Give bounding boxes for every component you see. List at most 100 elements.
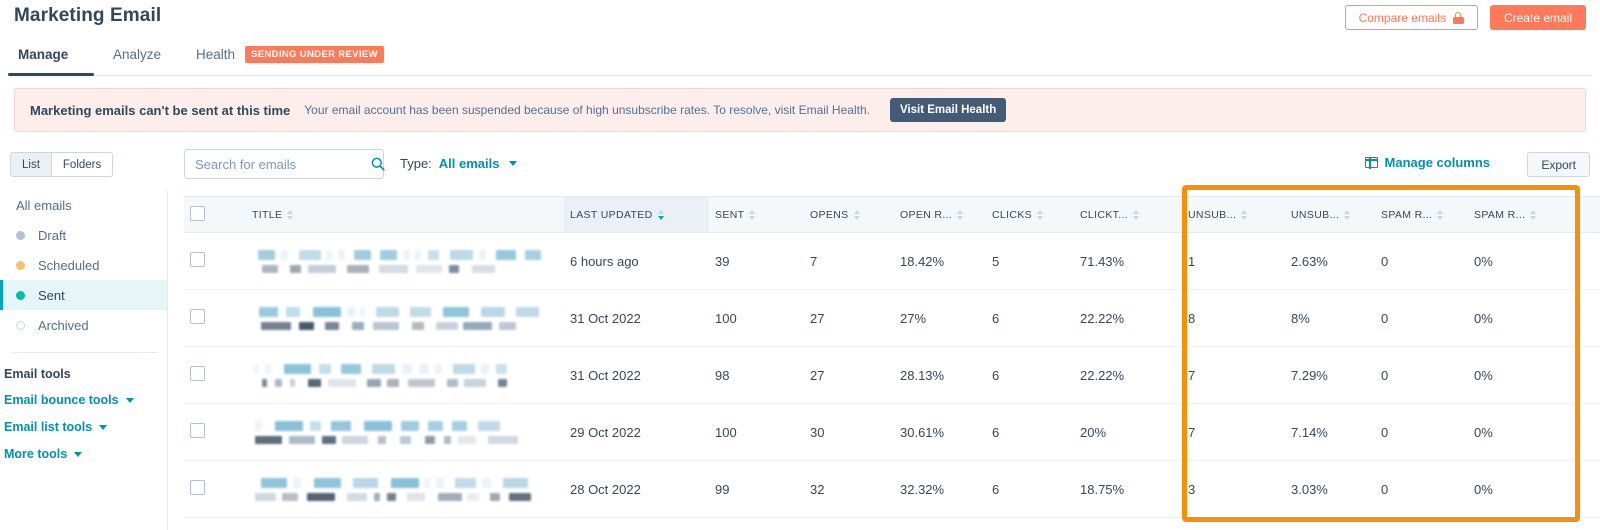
email-title-redacted[interactable]: [252, 306, 558, 330]
sidebar-link-email-bounce-tools[interactable]: Email bounce tools: [0, 393, 167, 407]
page-header: Marketing Email Compare emails Create em…: [0, 0, 1600, 76]
status-dot-draft: [16, 231, 25, 240]
cell-spam-count: 0: [1375, 404, 1468, 461]
table-row[interactable]: 6 hours ago39718.42%571.43%12.63%00%: [184, 233, 1600, 290]
cell-clickthrough: 20%: [1074, 404, 1182, 461]
row-checkbox[interactable]: [190, 423, 205, 438]
redacted-block: [452, 421, 467, 431]
cell-spam-count: 0: [1375, 290, 1468, 347]
cell-title[interactable]: [246, 347, 564, 404]
view-mode-list[interactable]: List: [11, 153, 51, 176]
email-title-redacted[interactable]: [252, 420, 558, 444]
redacted-block: [458, 436, 476, 444]
col-header-unsubscribes[interactable]: UNSUB...: [1182, 197, 1285, 233]
row-checkbox[interactable]: [190, 480, 205, 495]
row-select-cell: [184, 461, 246, 518]
redacted-block: [262, 265, 278, 273]
email-title-redacted[interactable]: [252, 477, 558, 501]
search-icon: [371, 157, 385, 171]
col-header-clicks[interactable]: CLICKS: [986, 197, 1074, 233]
sort-icon[interactable]: [1437, 210, 1443, 220]
row-checkbox[interactable]: [190, 366, 205, 381]
redacted-block: [308, 265, 336, 273]
sort-icon[interactable]: [749, 210, 755, 220]
col-header-spam-report-rate[interactable]: SPAM R...: [1468, 197, 1600, 233]
sort-icon[interactable]: [658, 210, 664, 220]
redacted-block: [289, 436, 315, 444]
sidebar-item-sent[interactable]: Sent: [0, 280, 167, 310]
sidebar-item-draft[interactable]: Draft: [0, 220, 167, 250]
table-row[interactable]: 31 Oct 2022982728.13%622.22%77.29%00%: [184, 347, 1600, 404]
redacted-block: [331, 421, 351, 431]
sidebar-item-archived[interactable]: Archived: [0, 310, 167, 340]
type-filter[interactable]: Type: All emails: [400, 156, 517, 171]
sort-icon[interactable]: [1241, 210, 1247, 220]
status-badge: SENDING UNDER REVIEW: [245, 46, 384, 63]
row-checkbox[interactable]: [190, 309, 205, 324]
manage-columns-button[interactable]: Manage columns: [1365, 155, 1490, 170]
cell-title[interactable]: [246, 461, 564, 518]
redacted-block: [328, 379, 356, 387]
col-header-last-updated[interactable]: LAST UPDATED: [564, 197, 709, 233]
col-header-unsubscribe-rate[interactable]: UNSUB...: [1285, 197, 1375, 233]
sidebar-link-more-tools[interactable]: More tools: [0, 447, 167, 461]
email-title-redacted[interactable]: [252, 363, 558, 387]
cell-title[interactable]: [246, 233, 564, 290]
sort-icon[interactable]: [1530, 210, 1536, 220]
col-header-sent[interactable]: SENT: [709, 197, 804, 233]
sort-icon[interactable]: [1133, 210, 1139, 220]
compare-emails-label: Compare emails: [1359, 11, 1446, 25]
cell-title[interactable]: [246, 290, 564, 347]
redacted-block: [373, 322, 399, 330]
create-email-button[interactable]: Create email: [1490, 5, 1586, 30]
tab-analyze[interactable]: Analyze: [113, 42, 161, 76]
col-header-open-rate[interactable]: OPEN R...: [894, 197, 986, 233]
export-button[interactable]: Export: [1527, 152, 1590, 177]
sort-icon[interactable]: [1344, 210, 1350, 220]
redacted-block: [402, 364, 412, 374]
type-filter-value[interactable]: All emails: [439, 156, 500, 171]
cell-clickthrough: 71.43%: [1074, 233, 1182, 290]
col-header-clickthrough-rate[interactable]: CLICKT...: [1074, 197, 1182, 233]
col-label: LAST UPDATED: [570, 209, 653, 221]
cell-spam-rate: 0%: [1468, 233, 1600, 290]
page-title: Marketing Email: [14, 5, 161, 27]
redacted-block: [401, 421, 419, 431]
compare-emails-button[interactable]: Compare emails: [1345, 5, 1478, 30]
table-row[interactable]: 29 Oct 20221003030.61%620%77.14%00%: [184, 404, 1600, 461]
sort-icon[interactable]: [287, 210, 293, 220]
sort-icon[interactable]: [957, 210, 963, 220]
cell-title[interactable]: [246, 404, 564, 461]
cell-sent: 98: [709, 347, 804, 404]
tab-health[interactable]: Health SENDING UNDER REVIEW: [196, 42, 384, 76]
redacted-block: [259, 307, 278, 317]
row-checkbox[interactable]: [190, 252, 205, 267]
sort-icon[interactable]: [854, 210, 860, 220]
chevron-down-icon: [126, 398, 134, 403]
cell-clicks: 6: [986, 404, 1074, 461]
sidebar-item-all-emails[interactable]: All emails: [0, 190, 167, 220]
redacted-block: [496, 364, 507, 374]
search-input[interactable]: [195, 157, 371, 172]
view-mode-folders[interactable]: Folders: [51, 153, 112, 176]
search-box[interactable]: [184, 149, 384, 179]
table-row[interactable]: 28 Oct 2022993232.32%618.75%33.03%00%: [184, 461, 1600, 518]
visit-email-health-button[interactable]: Visit Email Health: [890, 98, 1006, 122]
sort-icon[interactable]: [1037, 210, 1043, 220]
redacted-block: [407, 493, 425, 501]
col-header-spam-reports[interactable]: SPAM R...: [1375, 197, 1468, 233]
redacted-block: [310, 421, 321, 431]
table-row[interactable]: 31 Oct 20221002727%622.22%88%00%: [184, 290, 1600, 347]
select-all-checkbox[interactable]: [190, 206, 205, 221]
email-title-redacted[interactable]: [252, 249, 558, 273]
redacted-block: [307, 493, 335, 501]
col-header-opens[interactable]: OPENS: [804, 197, 894, 233]
tab-manage-label: Manage: [18, 47, 68, 62]
sidebar-link-email-list-tools[interactable]: Email list tools: [0, 420, 167, 434]
table-body: 6 hours ago39718.42%571.43%12.63%00%31 O…: [184, 233, 1600, 518]
cell-unsub-count: 1: [1182, 233, 1285, 290]
col-header-title[interactable]: TITLE: [246, 197, 564, 233]
redacted-block: [499, 322, 516, 330]
sidebar-item-scheduled[interactable]: Scheduled: [0, 250, 167, 280]
tab-manage[interactable]: Manage: [18, 42, 68, 76]
